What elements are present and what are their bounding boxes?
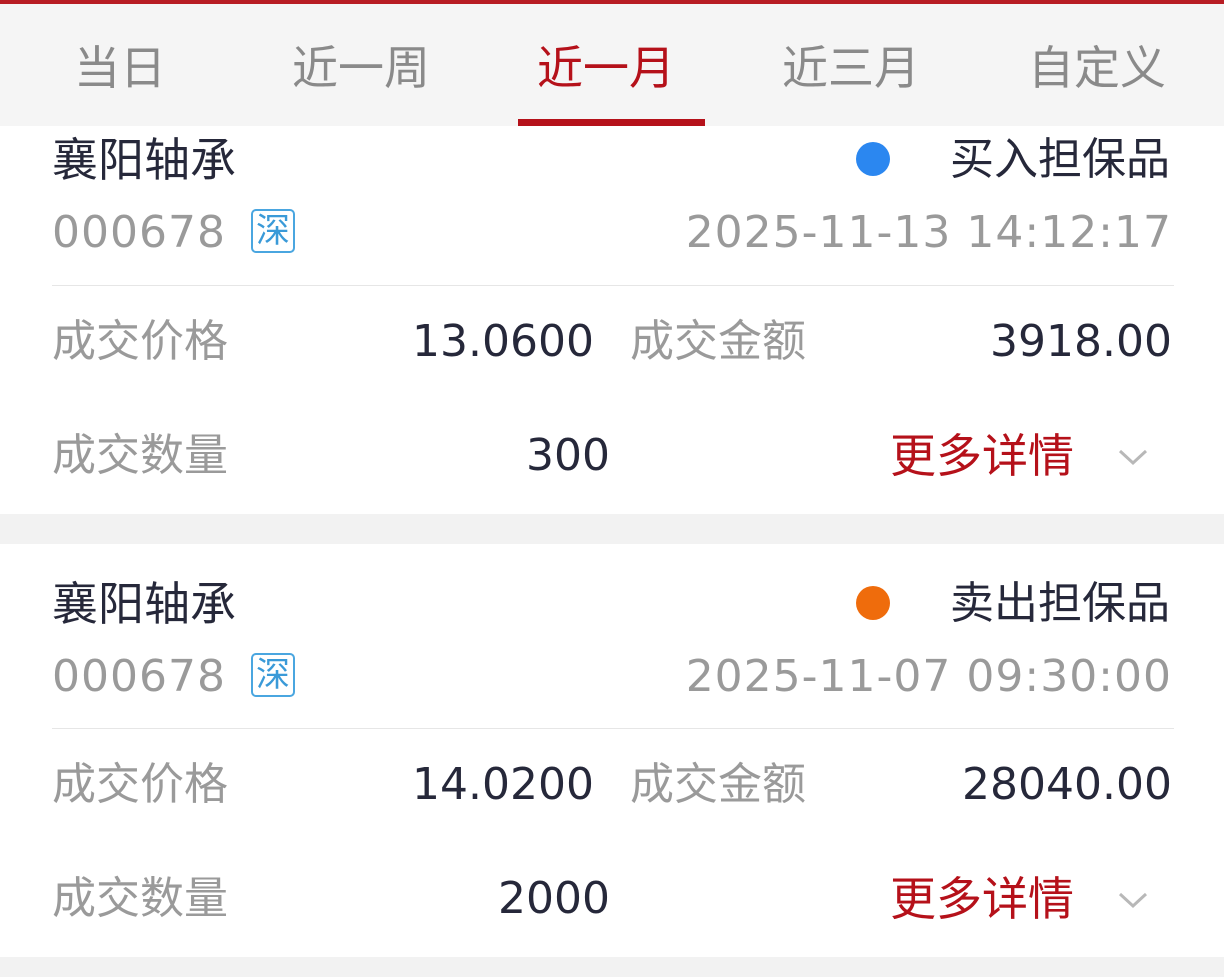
price-label: 成交价格 (52, 759, 228, 810)
card-divider (52, 285, 1174, 286)
trade-type-label: 买入担保品 (950, 134, 1170, 185)
market-badge: 深 (251, 209, 295, 253)
price-label: 成交价格 (52, 316, 228, 367)
amount-label: 成交金额 (630, 316, 806, 367)
chevron-down-icon[interactable] (1118, 890, 1148, 910)
more-details-link[interactable]: 更多详情 (890, 428, 1074, 484)
trade-timestamp: 2025-11-07 09:30:00 (685, 651, 1172, 702)
buy-indicator-dot (856, 142, 890, 176)
stock-code: 000678 (52, 207, 226, 258)
price-value: 13.0600 (412, 316, 594, 367)
amount-value: 3918.00 (990, 316, 1172, 367)
active-tab-indicator (518, 119, 705, 126)
tab-month[interactable]: 近一月 (537, 38, 675, 98)
tab-custom[interactable]: 自定义 (1028, 38, 1166, 98)
stock-code: 000678 (52, 651, 226, 702)
market-badge: 深 (251, 653, 295, 697)
quantity-label: 成交数量 (52, 430, 228, 481)
amount-label: 成交金额 (630, 759, 806, 810)
period-tab-bar: 当日 近一周 近一月 近三月 自定义 (0, 4, 1224, 126)
trade-record-card[interactable]: 襄阳轴承 卖出担保品 000678 深 2025-11-07 09:30:00 … (0, 544, 1224, 957)
sell-indicator-dot (856, 586, 890, 620)
quantity-value: 300 (526, 430, 610, 481)
quantity-value: 2000 (498, 873, 610, 924)
tab-today[interactable]: 当日 (74, 38, 166, 98)
card-divider (52, 728, 1174, 729)
tab-three-months[interactable]: 近三月 (782, 38, 920, 98)
trade-record-card[interactable]: 襄阳轴承 买入担保品 000678 深 2025-11-13 14:12:17 … (0, 126, 1224, 514)
amount-value: 28040.00 (962, 759, 1172, 810)
stock-name: 襄阳轴承 (52, 577, 236, 631)
stock-name: 襄阳轴承 (52, 133, 236, 187)
more-details-link[interactable]: 更多详情 (890, 871, 1074, 927)
chevron-down-icon[interactable] (1118, 447, 1148, 467)
trade-type-label: 卖出担保品 (950, 578, 1170, 629)
tab-week[interactable]: 近一周 (292, 38, 430, 98)
quantity-label: 成交数量 (52, 873, 228, 924)
trade-timestamp: 2025-11-13 14:12:17 (685, 207, 1172, 258)
price-value: 14.0200 (412, 759, 594, 810)
